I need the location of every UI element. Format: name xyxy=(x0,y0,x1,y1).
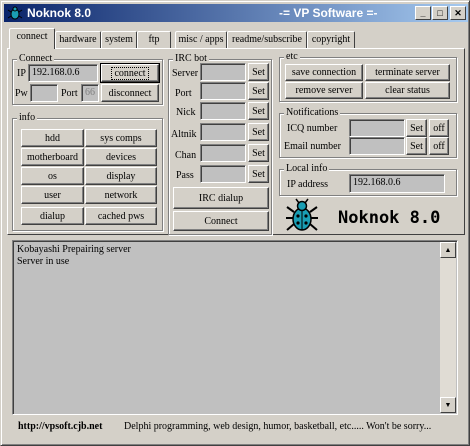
email-number-label: Email number xyxy=(284,141,341,152)
tab-hardware[interactable]: hardware xyxy=(55,31,101,48)
password-label: Pw xyxy=(15,88,28,99)
local-info-group-label: Local info xyxy=(284,163,330,175)
devices-button[interactable]: devices xyxy=(85,148,157,166)
irc-port-label: Port xyxy=(175,88,192,99)
clear-status-button[interactable]: clear status xyxy=(365,82,450,99)
tab-copyright[interactable]: copyright xyxy=(307,31,355,48)
scroll-up-icon[interactable]: ▲ xyxy=(440,242,456,258)
irc-dialup-button[interactable]: IRC dialup xyxy=(173,187,269,209)
irc-nick-label: Nick xyxy=(176,107,196,118)
close-button[interactable]: ✕ xyxy=(450,6,466,20)
irc-nick-set-button[interactable]: Set xyxy=(248,102,269,120)
info-group-label: info xyxy=(17,112,38,124)
etc-group-label: etc xyxy=(284,51,300,63)
logo-text: Noknok 8.0 xyxy=(338,208,441,228)
irc-port-set-button[interactable]: Set xyxy=(248,82,269,100)
email-set-button[interactable]: Set xyxy=(406,137,427,155)
website-link[interactable]: http://vpsoft.cjb.net xyxy=(18,421,102,432)
connect-button[interactable]: connect xyxy=(100,63,160,83)
status-message: Delphi programming, web design, humor, b… xyxy=(124,421,432,432)
irc-pass-set-button[interactable]: Set xyxy=(248,165,269,183)
main-window: Noknok 8.0 -= VP Software =- _ □ ✕ conne… xyxy=(0,0,470,446)
icq-set-button[interactable]: Set xyxy=(406,119,427,137)
log-scrollbar[interactable]: ▲ ▼ xyxy=(440,242,456,413)
bug-app-icon xyxy=(7,6,23,20)
ip-input[interactable]: 192.168.0.6 xyxy=(28,64,98,82)
irc-chan-label: Chan xyxy=(175,150,197,161)
user-button[interactable]: user xyxy=(21,186,84,204)
save-connection-button[interactable]: save connection xyxy=(285,64,363,81)
email-number-input[interactable] xyxy=(349,137,405,155)
sys-comps-button[interactable]: sys comps xyxy=(85,129,157,147)
log-line: Server in use xyxy=(17,256,70,267)
irc-altnik-set-button[interactable]: Set xyxy=(248,123,269,141)
local-ip-value: 192.168.0.6 xyxy=(349,174,445,193)
remove-server-button[interactable]: remove server xyxy=(285,82,363,99)
minimize-button[interactable]: _ xyxy=(415,6,431,20)
bug-logo-icon xyxy=(286,198,318,231)
status-log-lines: Kobayashi Prepairing server Server in us… xyxy=(17,244,131,268)
irc-chan-input[interactable] xyxy=(200,144,246,162)
irc-server-input[interactable] xyxy=(200,63,246,81)
display-button[interactable]: display xyxy=(85,167,157,185)
tab-misc-apps[interactable]: misc / apps xyxy=(175,31,227,48)
tab-readme-subscribe[interactable]: readme/subscribe xyxy=(227,31,307,48)
irc-nick-input[interactable] xyxy=(200,102,246,120)
maximize-icon: □ xyxy=(437,8,443,18)
log-line: Kobayashi Prepairing server xyxy=(17,244,131,255)
tab-system[interactable]: system xyxy=(101,31,137,48)
window-title: Noknok 8.0 xyxy=(27,6,92,20)
email-off-button[interactable]: off xyxy=(429,137,449,155)
hdd-button[interactable]: hdd xyxy=(21,129,84,147)
maximize-button[interactable]: □ xyxy=(432,6,448,20)
irc-port-input[interactable] xyxy=(200,82,246,100)
irc-server-set-button[interactable]: Set xyxy=(248,63,269,81)
irc-chan-set-button[interactable]: Set xyxy=(248,144,269,162)
status-bar: http://vpsoft.cjb.net Delphi programming… xyxy=(12,418,458,436)
close-icon: ✕ xyxy=(454,8,462,18)
irc-pass-label: Pass xyxy=(176,170,194,181)
port-input[interactable]: 66 xyxy=(81,84,99,102)
port-label: Port xyxy=(61,88,78,99)
local-ip-label: IP address xyxy=(287,179,329,190)
notifications-group-label: Notifications xyxy=(284,107,341,119)
irc-pass-input[interactable] xyxy=(200,165,246,183)
tab-ftp[interactable]: ftp xyxy=(137,31,171,48)
irc-server-label: Server xyxy=(172,68,199,79)
irc-altnik-input[interactable] xyxy=(200,123,246,141)
status-log[interactable]: Kobayashi Prepairing server Server in us… xyxy=(12,240,458,415)
os-button[interactable]: os xyxy=(21,167,84,185)
minimize-icon: _ xyxy=(420,8,426,18)
irc-connect-button[interactable]: Connect xyxy=(173,211,269,231)
disconnect-button[interactable]: disconnect xyxy=(101,84,159,102)
terminate-server-button[interactable]: terminate server xyxy=(365,64,450,81)
scroll-down-icon[interactable]: ▼ xyxy=(440,397,456,413)
dialup-button[interactable]: dialup xyxy=(21,207,84,225)
ip-label: IP xyxy=(17,68,26,79)
password-input[interactable] xyxy=(30,84,58,102)
irc-altnik-label: Altnik xyxy=(171,129,197,140)
icq-off-button[interactable]: off xyxy=(429,119,449,137)
icq-number-input[interactable] xyxy=(349,119,405,137)
icq-number-label: ICQ number xyxy=(287,123,338,134)
window-title-vendor: -= VP Software =- xyxy=(279,6,378,20)
tab-connect[interactable]: connect xyxy=(9,28,55,49)
title-bar[interactable]: Noknok 8.0 -= VP Software =- _ □ ✕ xyxy=(4,4,468,22)
motherboard-button[interactable]: motherboard xyxy=(21,148,84,166)
network-button[interactable]: network xyxy=(85,186,157,204)
cached-pws-button[interactable]: cached pws xyxy=(85,207,157,225)
